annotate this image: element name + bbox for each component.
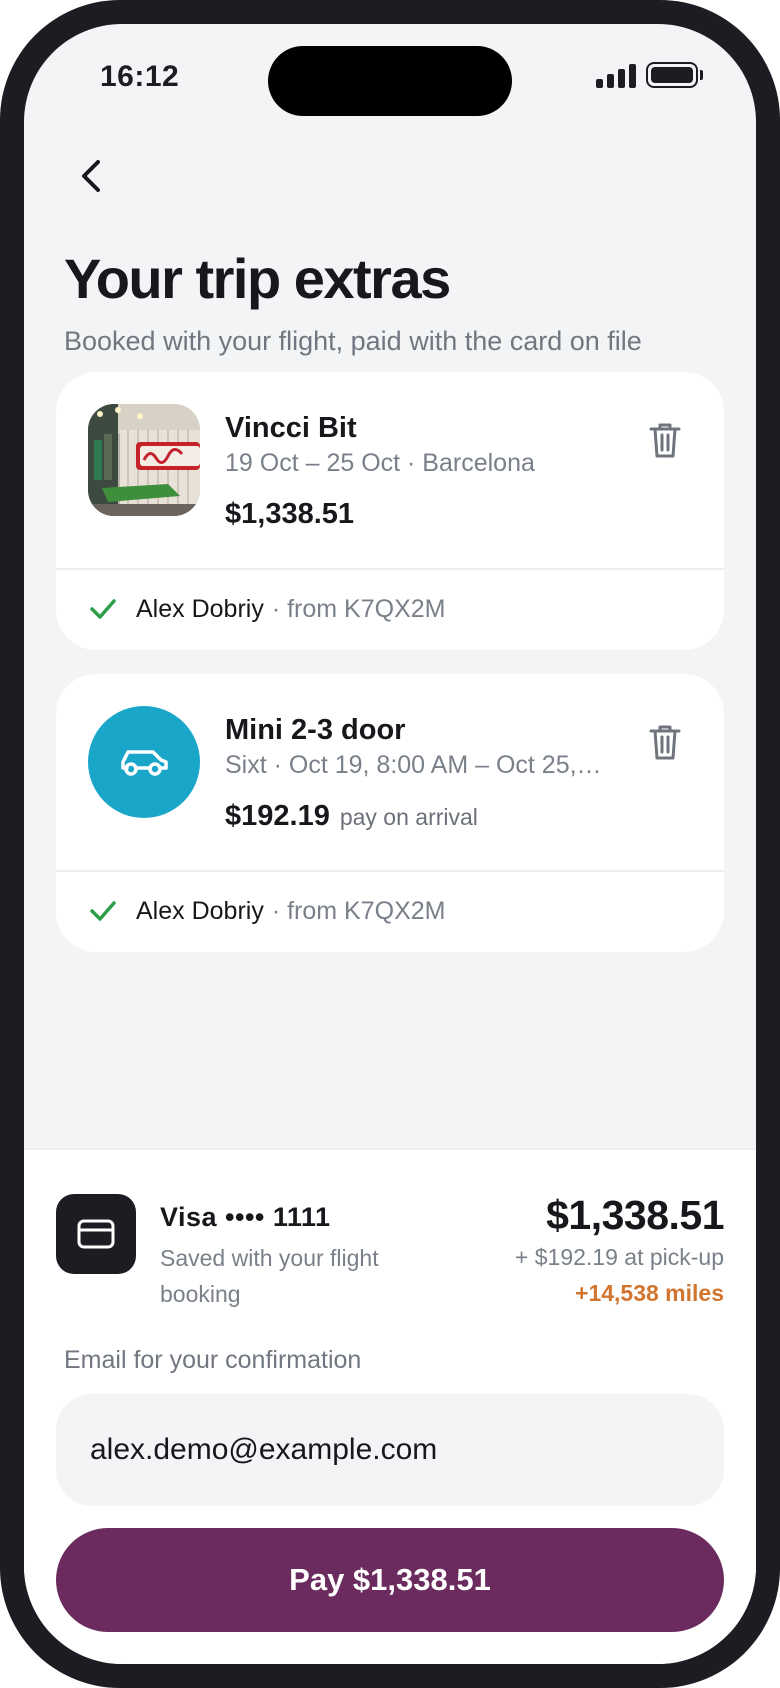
car-badge [88, 706, 200, 818]
battery-cap [700, 70, 703, 80]
remove-extra-button[interactable] [646, 722, 684, 762]
traveler-name: Alex Dobriy [136, 594, 264, 623]
trash-icon [649, 725, 681, 760]
traveler-row: Alex Dobriy · from K7QX2M [88, 896, 445, 926]
payment-sheet: Visa •••• 1111 Saved with your flight bo… [24, 1148, 756, 1664]
page-subtitle: Booked with your flight, paid with the c… [64, 326, 642, 356]
traveler-source: · from K7QX2M [271, 896, 446, 925]
dynamic-island [268, 46, 512, 116]
extra-name: Mini 2-3 door [225, 714, 406, 746]
hotel-thumbnail [88, 404, 200, 516]
extra-price-value: $192.19 [225, 800, 330, 832]
traveler-name: Alex Dobriy [136, 896, 264, 925]
car-icon [121, 750, 168, 776]
phone-frame: 16:12 Your trip extras Booked with your … [0, 0, 780, 1688]
trash-icon [649, 423, 681, 458]
extra-price-value: $1,338.51 [225, 498, 355, 530]
extra-price: $192.19 pay on arrival [225, 800, 478, 833]
extra-price: $1,338.51 [225, 498, 354, 531]
traveler-row: Alex Dobriy · from K7QX2M [88, 594, 445, 624]
checkmark-icon [90, 599, 116, 619]
pay-button[interactable]: Pay $1,338.51 [56, 1528, 724, 1632]
total-amount: $1,338.51 [546, 1192, 724, 1238]
extra-details: 19 Oct – 25 Oct · Barcelona [225, 449, 535, 477]
payment-method-button[interactable] [56, 1194, 136, 1274]
extra-name: Vincci Bit [225, 412, 357, 444]
extra-details: Sixt · Oct 19, 8:00 AM – Oct 25, 8:00 AM [225, 751, 605, 779]
email-label: Email for your confirmation [64, 1346, 362, 1374]
payment-method-title: Visa •••• 1111 [160, 1202, 331, 1232]
status-time: 16:12 [100, 60, 180, 93]
chevron-left-icon [82, 160, 100, 192]
remove-extra-button[interactable] [646, 420, 684, 460]
page-title: Your trip extras [64, 247, 451, 310]
card-divider [56, 870, 724, 872]
traveler-source: · from K7QX2M [271, 594, 446, 623]
miles-earned: +14,538 miles [575, 1280, 724, 1306]
pickup-amount: + $192.19 at pick-up [514, 1244, 724, 1270]
extra-card-hotel: Vincci Bit 19 Oct – 25 Oct · Barcelona $… [56, 372, 724, 650]
email-field[interactable] [56, 1394, 724, 1506]
screen: 16:12 Your trip extras Booked with your … [24, 24, 756, 1664]
back-button[interactable] [70, 154, 114, 198]
signal-icon [596, 62, 636, 88]
battery-icon [646, 62, 698, 88]
credit-card-icon [77, 1219, 115, 1249]
card-divider [56, 568, 724, 570]
extra-card-car: Mini 2-3 door Sixt · Oct 19, 8:00 AM – O… [56, 674, 724, 952]
extra-price-note: pay on arrival [339, 804, 478, 830]
checkmark-icon [90, 901, 116, 921]
payment-method-subtitle: Saved with your flight booking [160, 1245, 379, 1307]
